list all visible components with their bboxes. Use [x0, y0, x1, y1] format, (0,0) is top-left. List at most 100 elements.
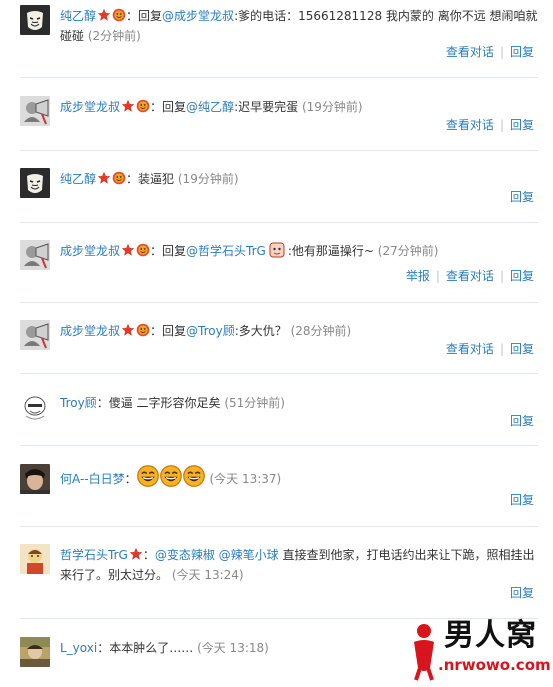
boy-avatar[interactable]	[20, 464, 50, 494]
comment-actions: 回复	[510, 585, 534, 601]
comment-separator	[20, 526, 538, 527]
author-colon: ：	[142, 548, 155, 562]
action-divider: |	[499, 118, 504, 132]
verified-star-icon[interactable]	[97, 171, 111, 185]
comment-actions: 举报 | 查看对话 | 回复	[406, 268, 534, 284]
comment-separator	[20, 302, 538, 303]
verified-star-icon[interactable]	[121, 323, 135, 337]
vip-face-icon[interactable]	[136, 243, 150, 257]
vip-face-icon[interactable]	[112, 8, 126, 22]
comment-body: 成步堂龙叔 ：回复@哲学石头TrG :他有那逼操行~ (27分钟前)	[60, 241, 538, 261]
author-colon: ：	[150, 324, 163, 338]
reply-prefix: 回复	[162, 244, 187, 258]
view-conversation-link[interactable]: 查看对话	[446, 45, 494, 59]
author-colon: ：	[124, 472, 137, 486]
verified-star-icon[interactable]	[97, 8, 111, 22]
reply-link[interactable]: 回复	[510, 342, 534, 356]
author-colon: ：	[150, 100, 163, 114]
verified-star-icon[interactable]	[121, 99, 135, 113]
author-colon: ：	[150, 244, 163, 258]
watermark-brand: 男人窝	[444, 618, 537, 653]
meme-avatar[interactable]	[20, 392, 50, 422]
reply-prefix: 回复	[162, 100, 187, 114]
reply-link[interactable]: 回复	[510, 118, 534, 132]
comment-text: :迟早要完蛋	[234, 100, 299, 114]
comment-separator	[20, 222, 538, 223]
photo-avatar[interactable]	[20, 637, 50, 667]
comment-timestamp: (27分钟前)	[377, 244, 439, 258]
comment-body: 成步堂龙叔 ：回复@Troy顾:多大仇？ (28分钟前)	[60, 321, 538, 341]
mention-link[interactable]: @变态辣椒 @辣笔小球	[155, 548, 279, 562]
comment-separator	[20, 373, 538, 374]
comment-timestamp: (51分钟前)	[224, 396, 285, 410]
reply-link[interactable]: 回复	[510, 414, 534, 428]
reply-prefix: 回复	[138, 9, 163, 23]
vip-face-icon[interactable]	[112, 171, 126, 185]
comment-author-link[interactable]: L_yoxi	[60, 641, 97, 655]
vip-face-icon[interactable]	[136, 323, 150, 337]
vip-face-icon[interactable]	[136, 99, 150, 113]
author-colon: ：	[126, 172, 139, 186]
comment-author-link[interactable]: 成步堂龙叔	[60, 100, 120, 114]
comment-body: 哲学石头TrG ：@变态辣椒 @辣笔小球 直接查到他家，打电话约出来让下跪，照相挂…	[60, 545, 538, 585]
comment-text: :多大仇？	[234, 324, 287, 338]
comment-actions: 查看对话 | 回复	[446, 341, 534, 357]
watermark-url: .nrwowo.com	[436, 656, 553, 674]
comment-body: 纯乙醇 ：回复@成步堂龙叔:爹的电话：15661281128 我内蒙的 离你不远 …	[60, 6, 538, 46]
mention-link[interactable]: @哲学石头TrG	[186, 244, 266, 258]
action-divider: |	[499, 269, 504, 283]
lawyer-avatar[interactable]	[20, 240, 50, 270]
comment-timestamp: (28分钟前)	[290, 324, 352, 338]
comment-text: 本本肿么了……	[109, 641, 194, 655]
comment-timestamp: (今天 13:24)	[171, 568, 244, 582]
comment-author-link[interactable]: 哲学石头TrG	[60, 548, 128, 562]
reply-prefix: 回复	[162, 324, 187, 338]
sticker-emoji-icon	[268, 241, 286, 259]
site-watermark: 男人窝 .nrwowo.com	[408, 618, 553, 684]
comment-separator	[20, 77, 538, 78]
mention-link[interactable]: @纯乙醇	[186, 100, 234, 114]
view-conversation-link[interactable]: 查看对话	[446, 269, 494, 283]
laughing-emoji-icon	[136, 465, 159, 487]
comment-text: :他有那逼操行~	[287, 244, 374, 258]
reply-link[interactable]: 回复	[510, 586, 534, 600]
comment-actions: 回复	[510, 492, 534, 508]
author-colon: ：	[97, 641, 110, 655]
comment-author-link[interactable]: 纯乙醇	[60, 9, 96, 23]
report-link[interactable]: 举报	[406, 269, 430, 283]
comment-body: 何A--白日梦： (今天 13:37)	[60, 465, 538, 489]
view-conversation-link[interactable]: 查看对话	[446, 118, 494, 132]
comment-author-link[interactable]: Troy顾	[60, 396, 97, 410]
action-divider: |	[499, 342, 504, 356]
comment-separator	[20, 445, 538, 446]
view-conversation-link[interactable]: 查看对话	[446, 342, 494, 356]
author-colon: ：	[96, 396, 109, 410]
comment-author-link[interactable]: 成步堂龙叔	[60, 244, 120, 258]
cartoon-avatar[interactable]	[20, 544, 50, 574]
comment-actions: 查看对话 | 回复	[446, 117, 534, 133]
mention-link[interactable]: @成步堂龙叔	[162, 9, 234, 23]
comment-author-link[interactable]: 成步堂龙叔	[60, 324, 120, 338]
verified-star-icon[interactable]	[121, 243, 135, 257]
comment-body: 纯乙醇 ：装逼犯 (19分钟前)	[60, 169, 538, 189]
comment-body: 成步堂龙叔 ：回复@纯乙醇:迟早要完蛋 (19分钟前)	[60, 97, 538, 117]
reply-link[interactable]: 回复	[510, 190, 534, 204]
comment-timestamp: (2分钟前)	[87, 29, 141, 43]
reply-link[interactable]: 回复	[510, 269, 534, 283]
comment-text: 傻逼 二字形容你足矣	[108, 396, 221, 410]
comment-author-link[interactable]: 纯乙醇	[60, 172, 96, 186]
lawyer-avatar[interactable]	[20, 96, 50, 126]
comment-actions: 回复	[510, 189, 534, 205]
comment-author-link[interactable]: 何A--白日梦	[60, 472, 125, 486]
reply-link[interactable]: 回复	[510, 493, 534, 507]
comment-actions: 查看对话 | 回复	[446, 44, 534, 60]
reply-link[interactable]: 回复	[510, 45, 534, 59]
comment-body: Troy顾：傻逼 二字形容你足矣 (51分钟前)	[60, 393, 538, 413]
mask-avatar[interactable]	[20, 168, 50, 198]
action-divider: |	[499, 45, 504, 59]
mask-avatar[interactable]	[20, 5, 50, 35]
verified-star-icon[interactable]	[129, 547, 143, 561]
comment-timestamp: (19分钟前)	[301, 100, 363, 114]
mention-link[interactable]: @Troy顾	[186, 324, 235, 338]
lawyer-avatar[interactable]	[20, 320, 50, 350]
